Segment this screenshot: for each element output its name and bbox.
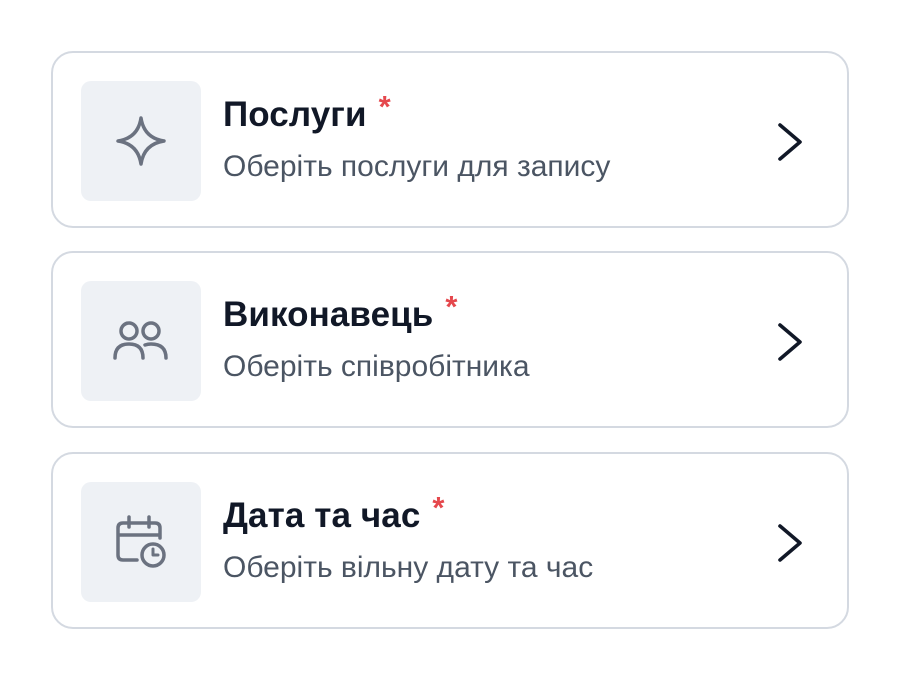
datetime-subtitle: Оберіть вільну дату та час (223, 551, 594, 584)
services-icon-box (81, 81, 201, 201)
services-step-card[interactable]: Послуги * Оберіть послуги для запису (51, 51, 849, 228)
datetime-text: Дата та час * Оберіть вільну дату та час (223, 492, 594, 586)
datetime-step-card[interactable]: Дата та час * Оберіть вільну дату та час (51, 452, 849, 629)
booking-steps-panel: Послуги * Оберіть послуги для запису Вик… (0, 0, 902, 681)
performer-title: Виконавець (223, 295, 434, 334)
performer-subtitle: Оберіть співробітника (223, 350, 530, 383)
datetime-title: Дата та час (223, 496, 421, 535)
required-marker: * (432, 490, 445, 525)
chevron-right-icon[interactable] (775, 522, 805, 564)
chevron-right-icon[interactable] (775, 321, 805, 363)
services-subtitle: Оберіть послуги для запису (223, 150, 611, 183)
services-title-row: Послуги * (223, 91, 610, 135)
performer-text: Виконавець * Оберіть співробітника (223, 291, 530, 385)
performer-title-row: Виконавець * (223, 291, 530, 335)
datetime-title-row: Дата та час * (223, 492, 593, 536)
sparkle-icon (116, 116, 166, 166)
users-icon (113, 321, 168, 360)
services-text: Послуги * Оберіть послуги для запису (223, 91, 611, 185)
calendar-clock-icon (116, 515, 166, 568)
services-title: Послуги (223, 95, 367, 134)
performer-step-card[interactable]: Виконавець * Оберіть співробітника (51, 251, 849, 428)
performer-icon-box (81, 281, 201, 401)
datetime-icon-box (81, 482, 201, 602)
chevron-right-icon[interactable] (775, 121, 805, 163)
required-marker: * (445, 289, 458, 324)
required-marker: * (378, 89, 391, 124)
